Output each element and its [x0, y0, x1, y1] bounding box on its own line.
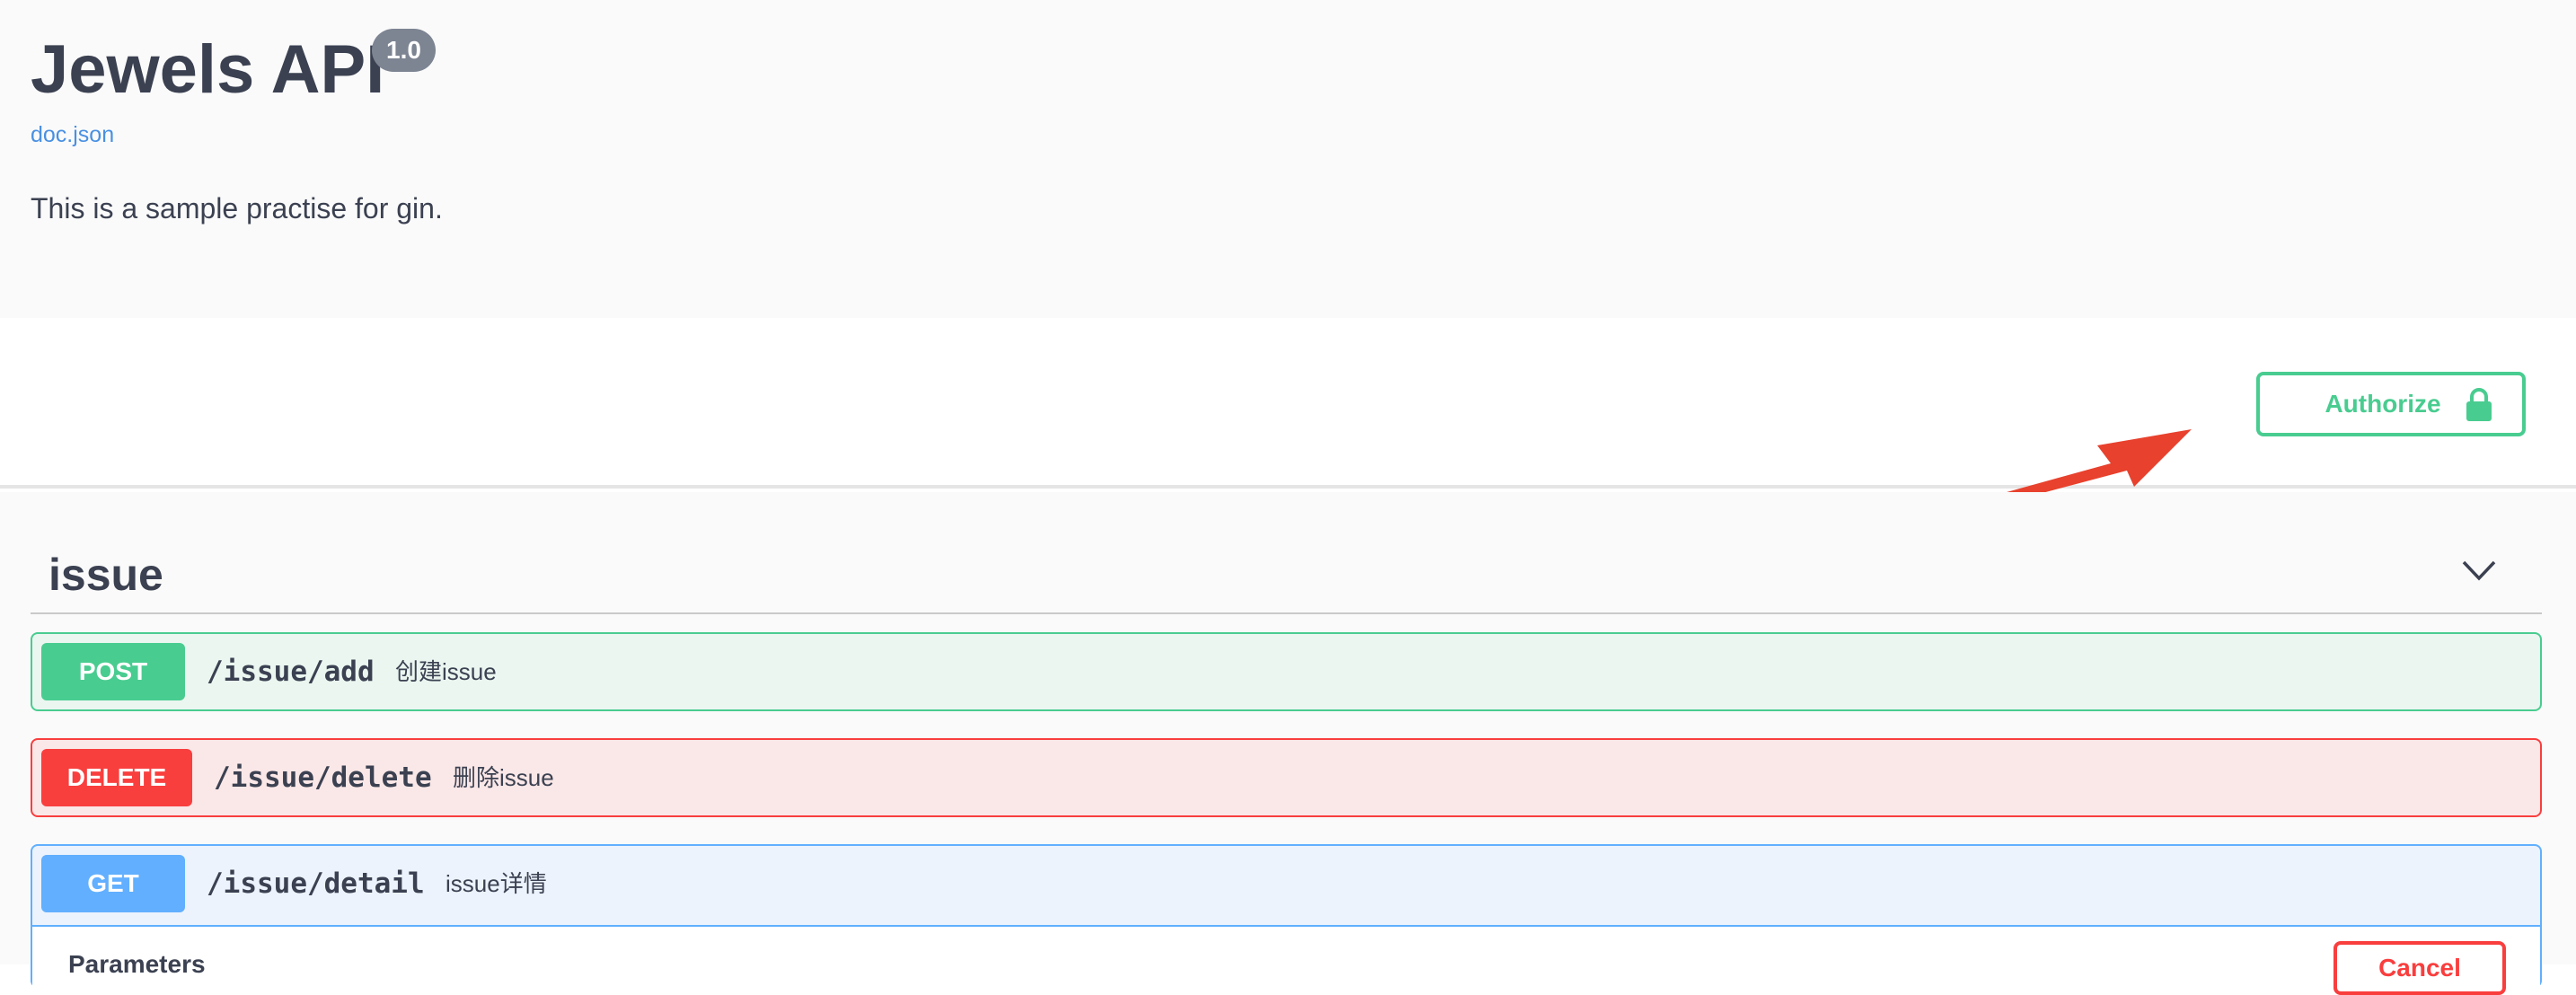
operation-summary: issue详情: [446, 870, 547, 897]
operation-path: /issue/add: [207, 656, 375, 688]
opblock-delete-issue-delete[interactable]: DELETE /issue/delete 删除issue: [31, 738, 2542, 817]
method-badge-post: POST: [41, 643, 185, 700]
operations-area: issue POST /issue/add 创建issue DELETE /is…: [0, 492, 2576, 995]
operation-summary: 删除issue: [453, 764, 554, 791]
authorize-label: Authorize: [2325, 390, 2441, 418]
tag-title: issue: [49, 550, 163, 600]
doc-json-link[interactable]: doc.json: [31, 120, 114, 149]
opblock-post-issue-add[interactable]: POST /issue/add 创建issue: [31, 632, 2542, 711]
method-badge-delete: DELETE: [41, 749, 192, 806]
lock-icon: [2466, 388, 2492, 421]
chevron-down-icon[interactable]: [2461, 559, 2497, 582]
api-title: Jewels API: [31, 31, 385, 108]
tag-header-issue[interactable]: issue: [31, 528, 2542, 614]
cancel-button[interactable]: Cancel: [2333, 941, 2506, 995]
operation-path: /issue/delete: [214, 762, 432, 794]
operation-summary: 创建issue: [395, 658, 497, 685]
operation-path: /issue/detail: [207, 867, 425, 900]
opblock-body: Parameters Cancel: [32, 925, 2540, 995]
authorize-button[interactable]: Authorize: [2256, 372, 2526, 436]
opblock-get-issue-detail[interactable]: GET /issue/detail issue详情 Parameters Can…: [31, 844, 2542, 995]
version-badge: 1.0: [372, 29, 436, 72]
parameters-heading: Parameters: [68, 950, 206, 978]
api-info-section: Jewels API 1.0 doc.json This is a sample…: [0, 0, 2576, 318]
api-description: This is a sample practise for gin.: [31, 192, 443, 225]
method-badge-get: GET: [41, 855, 185, 912]
